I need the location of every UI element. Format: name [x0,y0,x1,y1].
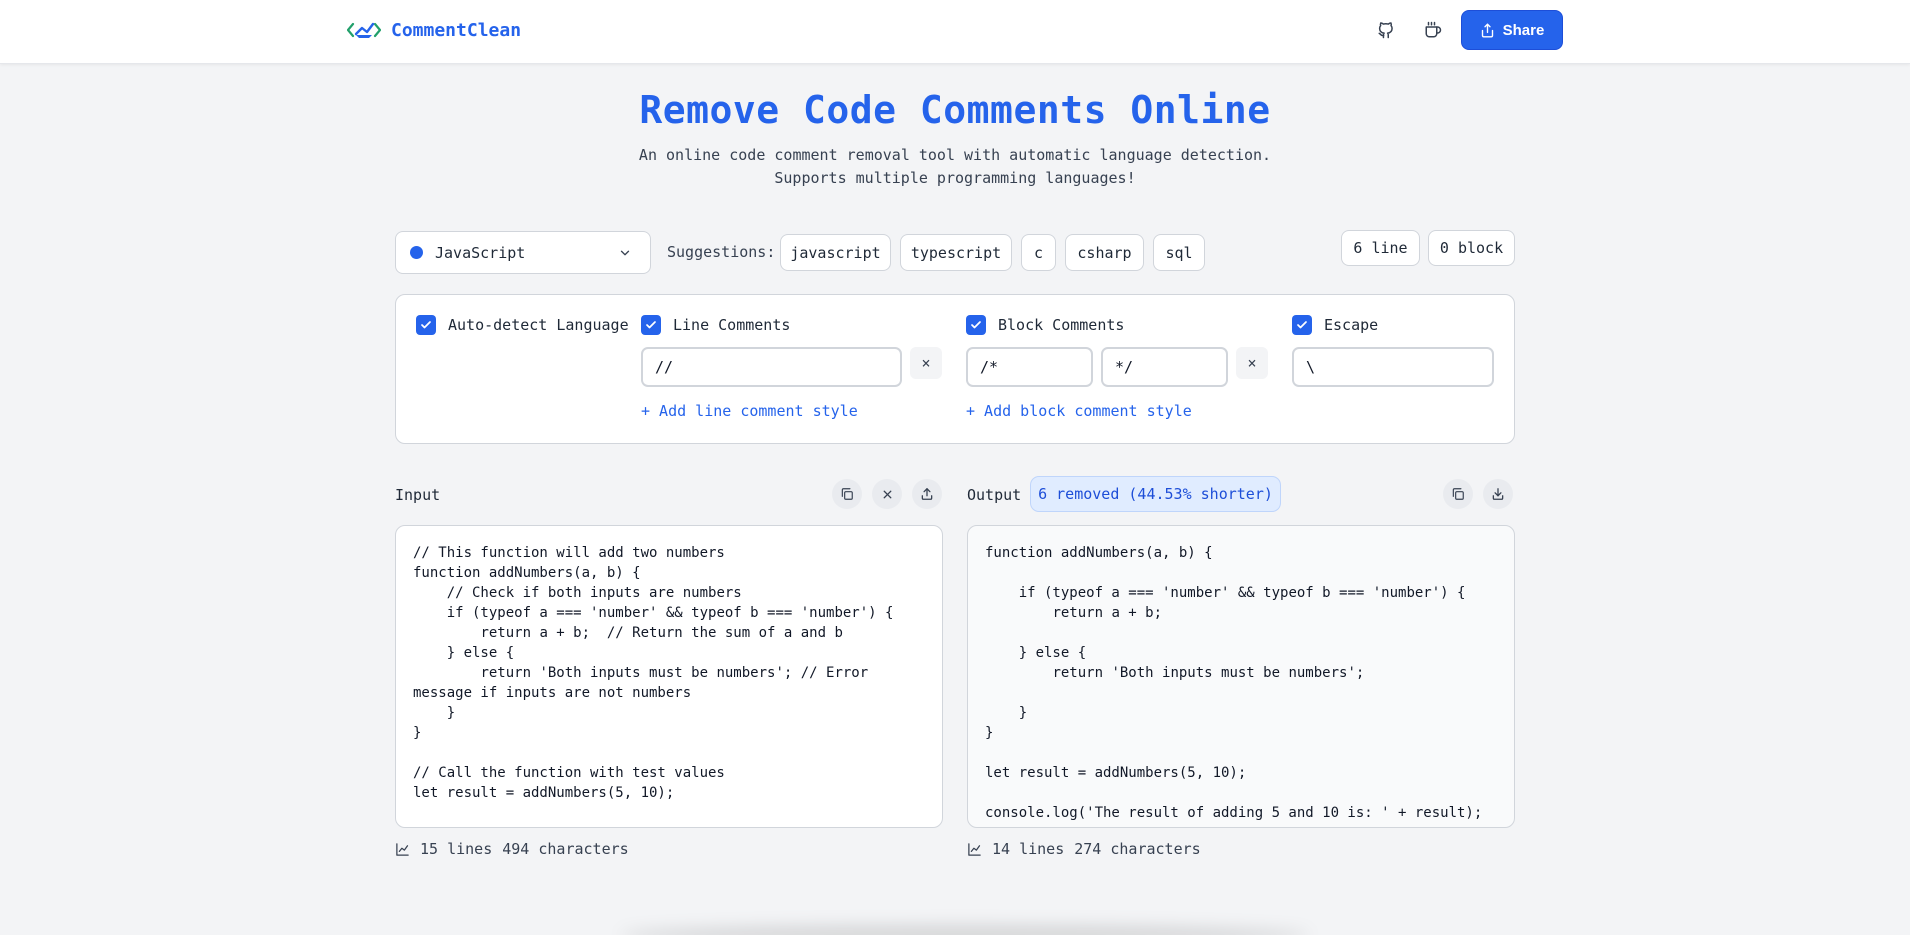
chart-line-icon [396,842,409,856]
chart-line-icon [968,842,981,856]
input-label: Input [395,486,441,504]
share-icon [1481,23,1493,37]
output-label: Output [967,486,1022,504]
suggestion-chip[interactable]: javascript [780,234,891,271]
chevron-down-icon [620,250,630,256]
share-button[interactable]: Share [1461,10,1563,50]
download-output-button[interactable] [1483,479,1513,509]
remove-line-style-button[interactable]: × [910,347,942,379]
check-icon [1297,321,1307,329]
escape-input[interactable]: \ [1292,347,1494,387]
suggestion-chip[interactable]: csharp [1065,234,1144,271]
line-comments-label: Line Comments [673,316,791,334]
check-icon [646,321,656,329]
check-icon [971,321,981,329]
block-comments-checkbox[interactable] [966,315,986,335]
app-name: CommentClean [391,19,522,41]
top-header: CommentClean Share [0,0,1910,64]
download-icon [1492,488,1504,500]
block-comments-label: Block Comments [998,316,1125,334]
block-count-badge: 0 block [1428,230,1515,266]
removed-summary-badge: 6 removed (44.53% shorter) [1030,476,1281,512]
language-selected: JavaScript [435,243,526,262]
logo[interactable]: CommentClean [347,18,521,42]
github-icon[interactable] [1374,18,1398,42]
footer-shadow [620,925,1310,935]
input-code-editor[interactable]: // This function will add two numbers fu… [395,525,943,828]
clear-input-button[interactable] [872,479,902,509]
block-start-input[interactable]: /* [966,347,1093,387]
page-title: Remove Code Comments Online [639,88,1271,132]
upload-input-button[interactable] [912,479,942,509]
escape-checkbox[interactable] [1292,315,1312,335]
line-count-badge: 6 line [1341,230,1420,266]
language-select[interactable]: JavaScript [395,231,651,274]
input-stats: 15 lines 494 characters [395,840,629,858]
logo-icon [347,22,381,38]
share-label: Share [1502,21,1545,39]
add-block-comment-link[interactable]: + Add block comment style [966,402,1192,420]
language-dot [410,246,423,259]
block-end-input[interactable]: */ [1101,347,1228,387]
output-char-count: 274 characters [1074,840,1201,858]
upload-icon [921,488,933,500]
copy-icon [1452,488,1464,500]
output-code-editor[interactable]: function addNumbers(a, b) { if (typeof a… [967,525,1515,828]
check-icon [421,321,431,329]
copy-icon [841,488,853,500]
page-subtitle: An online code comment removal tool with… [638,146,1272,187]
escape-label: Escape [1324,316,1379,334]
add-line-comment-link[interactable]: + Add line comment style [641,402,858,420]
close-icon [883,490,891,498]
coffee-icon[interactable] [1421,18,1445,42]
output-line-count: 14 lines [992,840,1065,858]
remove-block-style-button[interactable]: × [1236,347,1268,379]
copy-input-button[interactable] [832,479,862,509]
auto-detect-label: Auto-detect Language [448,316,629,334]
line-comment-input[interactable]: // [641,347,902,387]
line-comments-checkbox[interactable] [641,315,661,335]
suggestion-chip[interactable]: c [1021,234,1056,271]
input-line-count: 15 lines [420,840,493,858]
suggestion-chip[interactable]: sql [1153,234,1205,271]
suggestions-label: Suggestions: [667,243,776,261]
copy-output-button[interactable] [1443,479,1473,509]
output-stats: 14 lines 274 characters [967,840,1201,858]
input-char-count: 494 characters [502,840,629,858]
suggestion-chip[interactable]: typescript [900,234,1012,271]
auto-detect-checkbox[interactable] [416,315,436,335]
